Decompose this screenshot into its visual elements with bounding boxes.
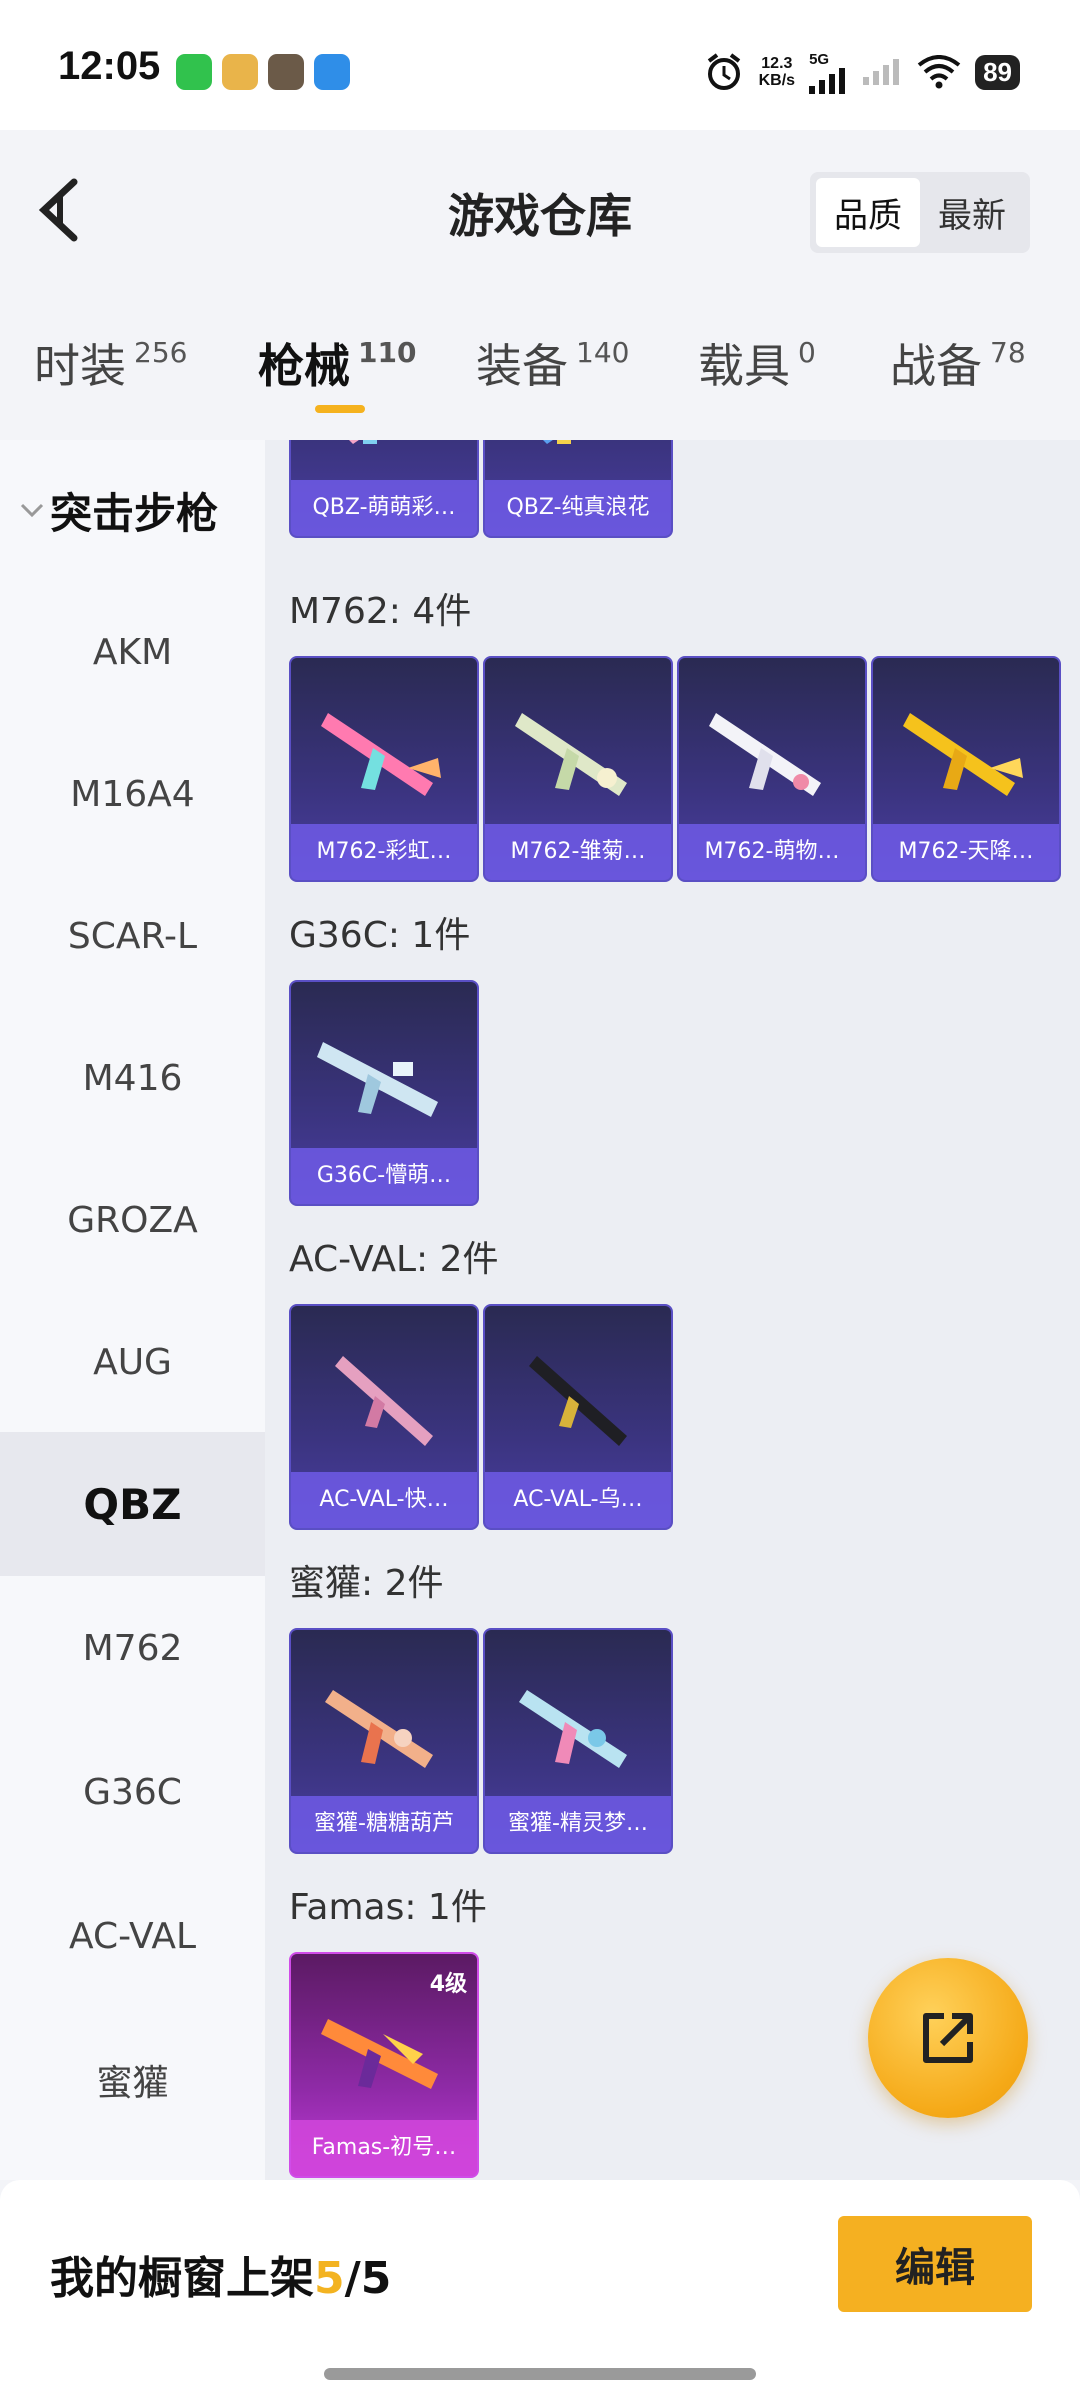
showcase-bar: 我的橱窗上架5/5 编辑 (0, 2180, 1080, 2400)
external-link-icon (923, 2013, 973, 2063)
weapon-card-label: QBZ-纯真浪花 (485, 480, 671, 536)
weapon-skin-image (543, 440, 571, 444)
showcase-total: 5 (360, 2253, 392, 2304)
weapon-skin-image (529, 1356, 627, 1446)
tab-equipment[interactable]: 装备 140 (476, 330, 629, 396)
section-title: M762: 4件 (289, 591, 472, 632)
game-app-icon (222, 54, 258, 90)
weapon-skin-image (515, 713, 627, 796)
tab-guns[interactable]: 枪械 110 (258, 330, 416, 396)
signal-icon (809, 67, 846, 94)
weapon-card-label: Famas-初号… (291, 2120, 477, 2176)
section-title: AC-VAL: 2件 (289, 1239, 499, 1280)
chevron-left-icon (38, 178, 78, 242)
sidebar-group-assault-rifles[interactable]: 突击步枪 (0, 440, 265, 580)
home-indicator[interactable] (324, 2368, 756, 2380)
section-title: 蜜獾: 2件 (289, 1563, 444, 1604)
showcase-count-text: 我的橱窗上架5/5 (50, 2253, 392, 2304)
weapon-card[interactable]: QBZ-纯真浪花 (483, 440, 673, 538)
weapon-card-label: 蜜獾-糖糖葫芦 (291, 1796, 477, 1852)
category-tabs: 时装 256 枪械 110 装备 140 载具 0 战备 78 (0, 290, 1080, 440)
active-tab-indicator (315, 405, 365, 413)
wifi-icon (917, 55, 961, 89)
sidebar-item-m16a4[interactable]: M16A4 (0, 722, 265, 866)
weapon-card[interactable]: M762-萌物… (677, 656, 867, 882)
network-speed: 12.3 KB/s (758, 55, 796, 89)
sidebar-item-aug[interactable]: AUG (0, 1290, 265, 1434)
sort-toggle: 品质 最新 (810, 172, 1030, 253)
network-type: 5G (809, 50, 830, 68)
weapon-card[interactable]: QBZ-萌萌彩… (289, 440, 479, 538)
weapon-card-label: AC-VAL-快… (291, 1472, 477, 1528)
sidebar-item-m762[interactable]: M762 (0, 1576, 265, 1720)
weapon-skin-image (321, 2019, 438, 2089)
weapon-card[interactable]: AC-VAL-乌… (483, 1304, 673, 1530)
section-title: Famas: 1件 (289, 1887, 487, 1928)
blue-app-icon (314, 54, 350, 90)
back-button[interactable] (30, 170, 100, 250)
weapon-list: QBZ-萌萌彩… QBZ-纯真浪花 M762: 4件 M762-彩虹… M762… (265, 440, 1080, 2180)
weapon-card-label: QBZ-萌萌彩… (291, 480, 477, 536)
weapon-card[interactable]: 蜜獾-糖糖葫芦 (289, 1628, 479, 1854)
weapon-card-label: M762-萌物… (679, 824, 865, 880)
sidebar-item-scar-l[interactable]: SCAR-L (0, 864, 265, 1008)
weapon-card-label: AC-VAL-乌… (485, 1472, 671, 1528)
weapon-card[interactable]: G36C-懵萌… (289, 980, 479, 1206)
weapon-skin-image (709, 713, 821, 796)
sidebar-item-ac-val[interactable]: AC-VAL (0, 1864, 265, 2008)
clock: 12:05 (58, 44, 161, 88)
sidebar-item-honey-badger[interactable]: 蜜獾 (0, 2008, 265, 2152)
weapon-card[interactable]: M762-雏菊… (483, 656, 673, 882)
weapon-card-label: M762-雏菊… (485, 824, 671, 880)
weapon-skin-image (317, 1042, 438, 1117)
weapon-skin-image (349, 440, 377, 444)
sidebar-item-akm[interactable]: AKM (0, 580, 265, 724)
sidebar-group-label: 突击步枪 (50, 488, 219, 538)
weapon-skin-image (903, 713, 1023, 796)
tab-combat-supplies[interactable]: 战备 78 (890, 330, 1026, 396)
section-title: G36C: 1件 (289, 915, 471, 956)
sidebar-item-groza[interactable]: GROZA (0, 1148, 265, 1292)
weapon-card[interactable]: AC-VAL-快… (289, 1304, 479, 1530)
tab-vehicles[interactable]: 载具 0 (698, 330, 816, 396)
sidebar-item-g36c[interactable]: G36C (0, 1720, 265, 1864)
showcase-count: 5 (314, 2253, 345, 2304)
battery-indicator: 89 (975, 54, 1020, 90)
chevron-down-icon (20, 503, 44, 518)
weapon-card[interactable]: M762-彩虹… (289, 656, 479, 882)
edit-button[interactable]: 编辑 (838, 2216, 1032, 2312)
weapon-skin-image (325, 1690, 433, 1768)
sidebar-item-qbz[interactable]: QBZ (0, 1432, 265, 1576)
sort-newest-option[interactable]: 最新 (920, 178, 1024, 247)
signal-weak-icon (863, 59, 900, 85)
weapon-card-label: M762-天降… (873, 824, 1059, 880)
weapon-card[interactable]: 蜜獾-精灵梦… (483, 1628, 673, 1854)
page-header: 游戏仓库 品质 最新 (0, 130, 1080, 290)
weapon-sidebar: 突击步枪 AKM M16A4 SCAR-L M416 GROZA AUG QBZ… (0, 440, 265, 2180)
weapon-card-label: M762-彩虹… (291, 824, 477, 880)
weapon-skin-image (519, 1690, 627, 1768)
sort-quality-option[interactable]: 品质 (816, 178, 920, 247)
weapon-card-label: G36C-懵萌… (291, 1148, 477, 1204)
wechat-icon (176, 54, 212, 90)
alarm-icon (707, 53, 740, 90)
weapon-card-label: 蜜獾-精灵梦… (485, 1796, 671, 1852)
weapon-skin-image (321, 713, 441, 796)
weapon-skin-image (335, 1356, 433, 1446)
weapon-card[interactable]: M762-天降… (871, 656, 1061, 882)
status-bar: 12:05 12.3 KB/s 5G 89 (0, 0, 1080, 130)
weapon-card[interactable]: 4级 Famas-初号… (289, 1952, 479, 2178)
pubg-app-icon (268, 54, 304, 90)
share-fab-button[interactable] (868, 1958, 1028, 2118)
sidebar-item-m416[interactable]: M416 (0, 1006, 265, 1150)
tab-fashion[interactable]: 时装 256 (34, 330, 187, 396)
